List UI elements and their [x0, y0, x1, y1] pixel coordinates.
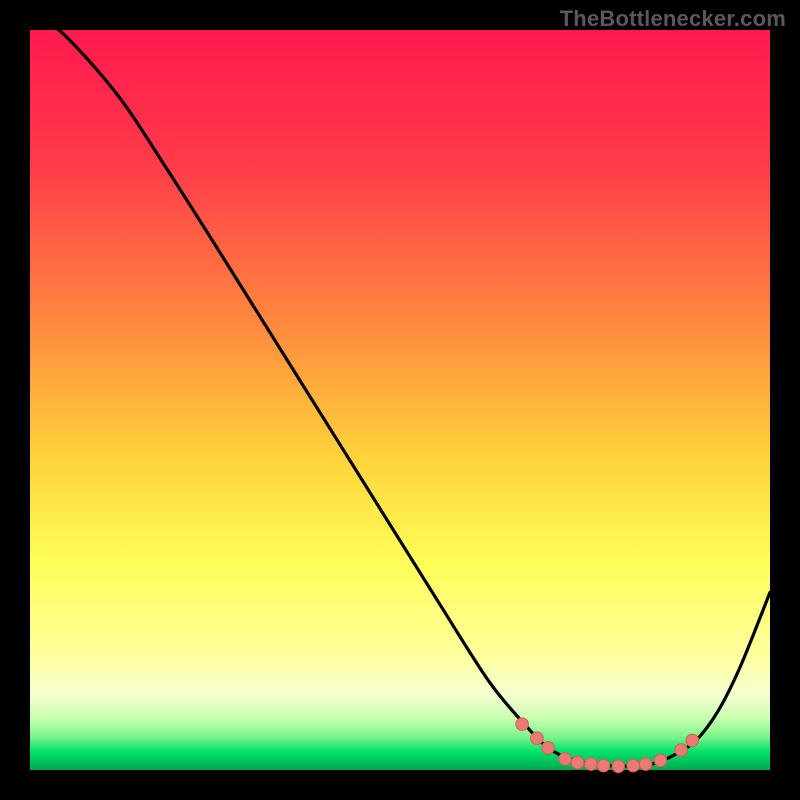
data-dot — [612, 760, 625, 773]
watermark-text: TheBottlenecker.com — [560, 6, 786, 32]
data-dot — [686, 734, 699, 747]
data-dot — [516, 718, 529, 731]
bottleneck-curve — [30, 8, 770, 767]
data-dot — [597, 759, 610, 772]
plot-area — [30, 30, 770, 770]
data-dot — [675, 744, 688, 757]
data-dot — [571, 756, 584, 769]
chart-stage: TheBottlenecker.com — [0, 0, 800, 800]
data-dot — [559, 753, 572, 766]
data-dot — [542, 742, 555, 755]
data-dot — [639, 758, 652, 771]
data-dot — [585, 758, 598, 771]
data-dot — [531, 732, 544, 745]
curve-layer — [30, 30, 770, 770]
data-dot — [654, 754, 667, 767]
data-dots — [516, 718, 699, 773]
data-dot — [627, 759, 640, 772]
